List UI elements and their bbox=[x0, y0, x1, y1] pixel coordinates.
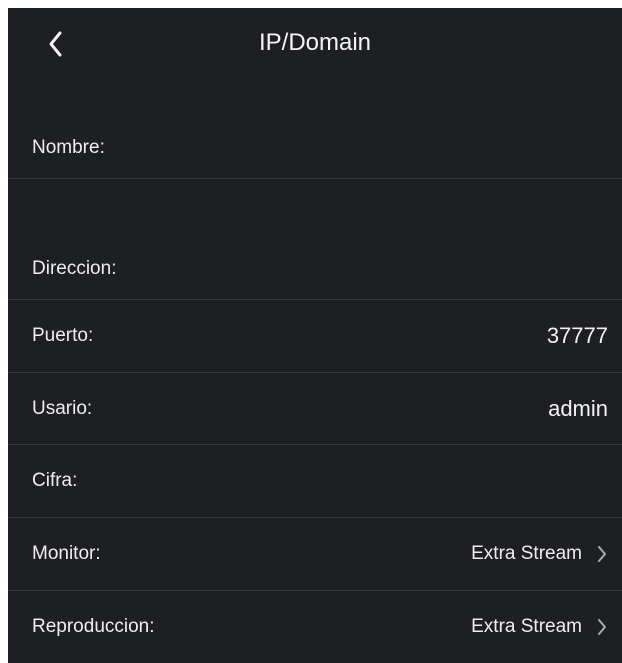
monitor-value: Extra Stream bbox=[471, 543, 582, 564]
monitor-row[interactable]: Monitor: Extra Stream bbox=[8, 518, 622, 591]
usario-field[interactable]: Usario: admin bbox=[8, 373, 622, 445]
header: IP/Domain bbox=[8, 8, 622, 82]
cifra-label: Cifra: bbox=[32, 470, 78, 491]
usario-label: Usario: bbox=[32, 397, 93, 419]
monitor-select[interactable]: Extra Stream bbox=[471, 543, 608, 565]
reproduccion-value: Extra Stream bbox=[471, 616, 582, 637]
cifra-field[interactable]: Cifra: bbox=[8, 445, 622, 518]
ip-domain-screen: IP/Domain Nombre: Direccion: Puerto: 377… bbox=[8, 8, 622, 663]
puerto-field[interactable]: Puerto: 37777 bbox=[8, 300, 622, 373]
direccion-label: Direccion: bbox=[32, 257, 117, 279]
page-title: IP/Domain bbox=[258, 29, 372, 56]
nombre-field[interactable]: Nombre: bbox=[8, 118, 622, 179]
chevron-right-icon bbox=[598, 546, 606, 562]
reproduccion-label: Reproduccion: bbox=[32, 616, 155, 637]
monitor-label: Monitor: bbox=[32, 543, 101, 564]
reproduccion-select[interactable]: Extra Stream bbox=[471, 616, 608, 638]
reproduccion-row[interactable]: Reproduccion: Extra Stream bbox=[8, 591, 622, 663]
usario-value[interactable]: admin bbox=[548, 396, 608, 422]
nombre-label: Nombre: bbox=[32, 137, 105, 158]
puerto-value[interactable]: 37777 bbox=[547, 323, 608, 349]
chevron-right-icon bbox=[598, 619, 606, 635]
puerto-label: Puerto: bbox=[32, 325, 94, 346]
direccion-field[interactable]: Direccion: bbox=[8, 238, 622, 300]
